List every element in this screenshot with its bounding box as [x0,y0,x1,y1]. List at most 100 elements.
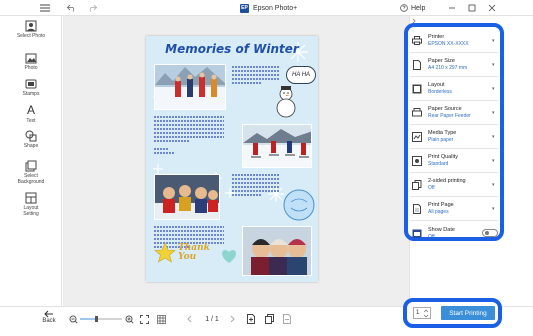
chevron-down-icon: ▾ [492,205,495,212]
tool-select-background-label: Select Background [17,173,45,185]
chevron-down-icon: ▾ [492,181,495,188]
photo-1[interactable] [154,64,226,110]
setting-paper-size-value: A4 210 x 297 mm [428,65,468,71]
app-title-text: Epson Photo+ [253,4,298,12]
tool-text[interactable]: A Text [0,103,62,125]
bubble-stamp-icon[interactable] [282,188,316,222]
duplicate-page-icon[interactable] [264,312,274,326]
page-title: Memories of Winter [165,42,299,56]
text-block-3[interactable] [232,174,280,198]
setting-printer-value: EPSON XX-XXXX [428,41,469,47]
help-label: Help [411,4,426,12]
text-block-2[interactable] [154,116,224,144]
setting-paper-size-label: Paper Size [428,58,455,64]
printer-icon [410,36,424,45]
photo-icon [25,53,37,64]
tool-stamps-label: Stamps [22,91,40,97]
setting-paper-source-value: Rear Paper Feeder [428,113,471,119]
minimize-icon[interactable] [446,2,458,14]
setting-printer[interactable]: Printer EPSON XX-XXXX ▾ [410,29,498,53]
print-quality-icon [410,155,424,166]
setting-show-date-label: Show Date [428,226,455,233]
fit-to-window-icon[interactable] [139,312,149,326]
redo-icon[interactable] [86,2,98,14]
undo-icon[interactable] [66,2,78,14]
print-page-icon [410,203,424,214]
print-settings-panel: Printer EPSON XX-XXXX ▾ Paper Size A4 210 … [404,23,504,241]
tool-photo-label: Photo [24,65,38,71]
tool-layout-setting[interactable]: Layout Setting [0,192,62,217]
setting-media-type[interactable]: Media Type Plain paper ▾ [410,125,498,149]
tool-select-photo[interactable]: Select Photo [0,20,62,39]
photo-2[interactable] [242,124,312,168]
photo-3[interactable] [154,174,220,220]
media-type-icon [410,131,424,142]
back-button[interactable]: Back [38,310,60,324]
layout-borderless-icon [410,84,424,94]
setting-print-quality-label: Print Quality [428,154,458,160]
setting-paper-source[interactable]: Paper Source Rear Paper Feeder ▾ [410,101,498,125]
calendar-icon [410,228,424,238]
setting-print-quality[interactable]: Print Quality Standard ▾ [410,149,498,173]
chevron-down-icon: ▾ [492,85,495,92]
select-photo-icon [25,20,37,32]
add-page-icon[interactable] [246,312,256,326]
zoom-in-icon[interactable] [124,312,134,326]
setting-layout[interactable]: Layout Borderless ▾ [410,77,498,101]
setting-media-type-value: Plain paper [428,137,454,143]
grid-icon[interactable] [156,312,166,326]
setting-2-sided-printing[interactable]: 2-sided printing Off ▾ [410,173,498,197]
tool-select-photo-label: Select Photo [16,33,46,39]
help-icon [400,4,408,12]
back-arrow-icon [44,310,53,318]
chevron-down-icon: ▾ [492,61,495,68]
thank-you-stamp[interactable]: Thank You [178,244,218,262]
star-stamp-icon[interactable] [154,242,176,264]
chevron-down-icon: ▾ [492,37,495,44]
maximize-icon[interactable] [466,2,478,14]
show-date-toggle[interactable] [482,229,498,237]
setting-print-page-label: Print Page [428,202,454,208]
page-indicator: 1 / 1 [205,315,219,323]
title-bar: EP Epson Photo+ Help [0,0,533,16]
zoom-slider[interactable] [80,312,122,326]
tool-text-label: Text [26,118,36,124]
photo-4[interactable] [242,226,312,276]
tool-stamps[interactable]: Stamps [0,78,62,97]
next-page-icon[interactable] [228,312,236,326]
heart-stamp-icon[interactable] [220,248,238,264]
zoom-out-icon[interactable] [68,312,78,326]
background-icon [25,160,37,172]
epson-logo-icon: EP [240,3,249,13]
close-icon[interactable] [486,2,498,14]
setting-2-sided-value: Off [428,185,435,191]
setting-layout-value: Borderless [428,89,452,95]
copies-stepper[interactable]: 1 [413,307,431,319]
tool-layout-setting-label: Layout Setting [23,205,39,217]
text-icon: A [26,103,35,117]
setting-layout-label: Layout [428,82,445,88]
tool-shape[interactable]: Shape [0,130,62,149]
chevron-down-icon: ▾ [492,109,495,116]
haha-stamp[interactable]: HA HA [286,66,316,84]
hamburger-menu-icon[interactable] [38,2,52,14]
setting-media-type-label: Media Type [428,130,457,136]
snowman-stamp-icon[interactable] [272,84,300,118]
chevron-down-icon: ▾ [492,133,495,140]
print-page-preview[interactable]: Memories of Winter HA HA Thank You [146,36,318,282]
stepper-arrows-icon [424,309,428,318]
ornament-swirl [154,148,204,156]
text-block-1[interactable] [232,66,280,86]
copies-value: 1 [416,310,420,316]
stamps-icon [25,79,37,89]
tool-select-background[interactable]: Select Background [0,160,62,185]
tool-photo[interactable]: Photo [0,52,62,71]
setting-show-date[interactable]: Show Date Off [410,221,498,245]
setting-paper-size[interactable]: Paper Size A4 210 x 297 mm ▾ [410,53,498,77]
start-printing-button[interactable]: Start Printing [441,306,495,320]
previous-page-icon[interactable] [186,312,194,326]
help-button[interactable]: Help [400,2,425,14]
delete-page-icon[interactable] [282,312,292,326]
left-toolbar: Select Photo Photo Stamps A Text Shape S… [0,16,62,306]
setting-print-page[interactable]: Print Page All pages ▾ [410,197,498,221]
